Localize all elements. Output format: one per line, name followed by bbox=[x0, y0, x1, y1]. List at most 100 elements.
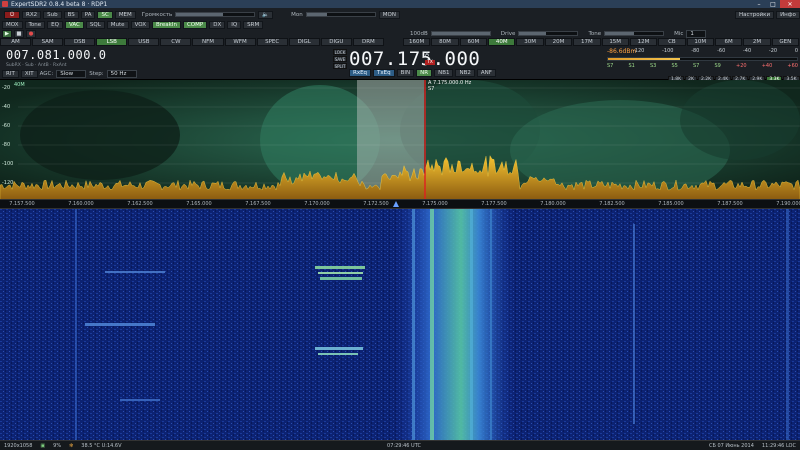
vox-button[interactable]: VOX bbox=[130, 20, 150, 29]
step-select[interactable]: 50 Hz bbox=[106, 69, 137, 78]
sub-vfo-frequency[interactable]: 007.081.000.0 bbox=[6, 48, 126, 62]
frequency-tick-label: 7.175.000 bbox=[422, 201, 448, 207]
iq-button[interactable]: IQ bbox=[227, 20, 242, 29]
anf-button[interactable]: ANF bbox=[476, 68, 496, 77]
settings-button[interactable]: Настройки bbox=[735, 10, 775, 19]
rx2-button[interactable]: RX2 bbox=[22, 10, 42, 19]
db-tick-label: -120 bbox=[2, 180, 14, 186]
level-slider[interactable] bbox=[430, 31, 491, 36]
tuning-arrow-icon[interactable] bbox=[393, 201, 399, 207]
s-meter-dbm-tick: -20 bbox=[768, 48, 778, 54]
bin-button[interactable]: BIN bbox=[396, 68, 415, 77]
mode-sam-button[interactable]: SAM bbox=[32, 38, 64, 46]
sub-button[interactable]: Sub bbox=[43, 10, 62, 19]
record-icon: ● bbox=[28, 30, 34, 37]
xit-button[interactable]: XIT bbox=[20, 69, 38, 78]
s-meter-s-tick: S1 bbox=[628, 63, 635, 69]
band-30m-button[interactable]: 30M bbox=[516, 38, 544, 46]
band-80m-button[interactable]: 80M bbox=[431, 38, 459, 46]
srm-button[interactable]: SRM bbox=[243, 20, 264, 29]
toolbar-row-2b: ▶ ■ ● bbox=[2, 29, 38, 38]
mode-cw-button[interactable]: CW bbox=[160, 38, 192, 46]
breakin-button[interactable]: BreakIn bbox=[152, 20, 181, 29]
minimize-button[interactable]: – bbox=[752, 0, 766, 8]
stop-button[interactable]: ■ bbox=[14, 29, 24, 38]
pa-button[interactable]: PA bbox=[80, 10, 96, 19]
band-gen-button[interactable]: GEN bbox=[771, 38, 800, 46]
speaker-button[interactable]: 🔈 bbox=[258, 10, 274, 19]
tone-slider[interactable] bbox=[604, 31, 665, 36]
mode-am-button[interactable]: AM bbox=[0, 38, 32, 46]
mode-digl-button[interactable]: DIGL bbox=[288, 38, 320, 46]
txeq-button[interactable]: TxEq bbox=[373, 68, 395, 77]
mon-button[interactable]: MON bbox=[378, 10, 400, 19]
record-button[interactable]: ● bbox=[26, 29, 36, 38]
s-meter-dbm-tick: -120 bbox=[633, 48, 645, 54]
drive-slider[interactable] bbox=[518, 31, 579, 36]
band-cb-button[interactable]: CB bbox=[658, 38, 686, 46]
mode-drm-button[interactable]: DRM bbox=[352, 38, 384, 46]
stop-icon: ■ bbox=[16, 30, 22, 37]
spectrum-panadapter[interactable]: -20 -40 -60 -80 -100 -120 40M A 7.175.000.0 H… bbox=[0, 80, 800, 200]
nr-button[interactable]: NR bbox=[416, 68, 433, 77]
band-15m-button[interactable]: 15M bbox=[601, 38, 629, 46]
dx-button[interactable]: DX bbox=[209, 20, 226, 29]
s-meter: -86.6dBm -120 -100 -80 -60 -40 -20 0 S7 S1 S3 S5 S… bbox=[605, 48, 800, 74]
frequency-tick-label: 7.157.500 bbox=[9, 201, 35, 207]
split-button[interactable]: SPLIT bbox=[333, 63, 347, 69]
close-button[interactable]: ✕ bbox=[780, 0, 800, 8]
sql-button[interactable]: SQL bbox=[85, 20, 105, 29]
rit-row: RIT XIT AGC: Slow Step: 50 Hz bbox=[2, 69, 137, 78]
sc-button[interactable]: SC bbox=[97, 10, 113, 19]
band-12m-button[interactable]: 12M bbox=[629, 38, 658, 46]
info-button[interactable]: Инфо bbox=[776, 10, 800, 19]
play-button[interactable]: ▶ bbox=[2, 29, 12, 38]
agc-select[interactable]: Slow bbox=[56, 69, 87, 78]
mode-wfm-button[interactable]: WFM bbox=[224, 38, 256, 46]
save-button[interactable]: SAVE bbox=[333, 56, 347, 62]
nb1-button[interactable]: NB1 bbox=[434, 68, 454, 77]
mode-usb-button[interactable]: USB bbox=[128, 38, 160, 46]
mic-select[interactable]: 1 bbox=[686, 29, 707, 38]
main-vfo-frequency[interactable]: 007.175.000 bbox=[349, 48, 480, 70]
mox-button[interactable]: MOX bbox=[2, 20, 23, 29]
mode-dsb-button[interactable]: DSB bbox=[64, 38, 96, 46]
vfo-side-buttons: LOCK SAVE SPLIT bbox=[333, 49, 347, 70]
mute-button[interactable]: Mute bbox=[106, 20, 129, 29]
power-button[interactable]: ⏻ bbox=[4, 10, 20, 19]
rit-button[interactable]: RIT bbox=[2, 69, 19, 78]
comp-button[interactable]: COMP bbox=[182, 20, 208, 29]
eq-button[interactable]: EQ bbox=[47, 20, 63, 29]
vfo-ab-indicator[interactable]: A bbox=[425, 51, 429, 58]
mode-spec-button[interactable]: SPEC bbox=[256, 38, 288, 46]
band-10m-button[interactable]: 10M bbox=[686, 38, 714, 46]
signal-dbm: -86.6dBm bbox=[607, 48, 637, 55]
db-tick-label: -80 bbox=[2, 142, 11, 148]
sub-vfo[interactable]: 007.081.000.0 SubRX · Sub · AntB · RxAnt bbox=[6, 48, 126, 68]
mode-digu-button[interactable]: DIGU bbox=[320, 38, 352, 46]
band-40m-button[interactable]: 40M bbox=[488, 38, 516, 46]
band-20m-button[interactable]: 20M bbox=[544, 38, 573, 46]
band-60m-button[interactable]: 60M bbox=[459, 38, 488, 46]
mode-lsb-button[interactable]: LSB bbox=[96, 38, 128, 46]
vac-button[interactable]: VAC bbox=[64, 20, 84, 29]
mon-slider[interactable] bbox=[305, 12, 376, 17]
tone-button[interactable]: Tone bbox=[24, 20, 46, 29]
volume-slider[interactable] bbox=[175, 12, 256, 17]
status-date: СБ 07 Июнь 2014 bbox=[708, 442, 754, 449]
nb2-button[interactable]: NB2 bbox=[455, 68, 475, 77]
band-17m-button[interactable]: 17M bbox=[573, 38, 601, 46]
mem-button[interactable]: MEM bbox=[114, 10, 136, 19]
band-160m-button[interactable]: 160M bbox=[403, 38, 431, 46]
bs-button[interactable]: BS bbox=[63, 10, 79, 19]
frequency-axis[interactable]: 7.157.500 7.160.000 7.162.500 7.165.000 7.16… bbox=[0, 199, 800, 209]
band-6m-button[interactable]: 6M bbox=[714, 38, 743, 46]
waterfall-display[interactable] bbox=[0, 209, 800, 440]
rxeq-button[interactable]: RxEq bbox=[349, 68, 372, 77]
frequency-tick-label: 7.165.000 bbox=[186, 201, 212, 207]
mode-nfm-button[interactable]: NFM bbox=[192, 38, 224, 46]
lock-button[interactable]: LOCK bbox=[333, 49, 347, 55]
band-2m-button[interactable]: 2M bbox=[743, 38, 771, 46]
maximize-button[interactable]: □ bbox=[766, 0, 780, 8]
cpu-icon: ▣ bbox=[40, 442, 46, 449]
